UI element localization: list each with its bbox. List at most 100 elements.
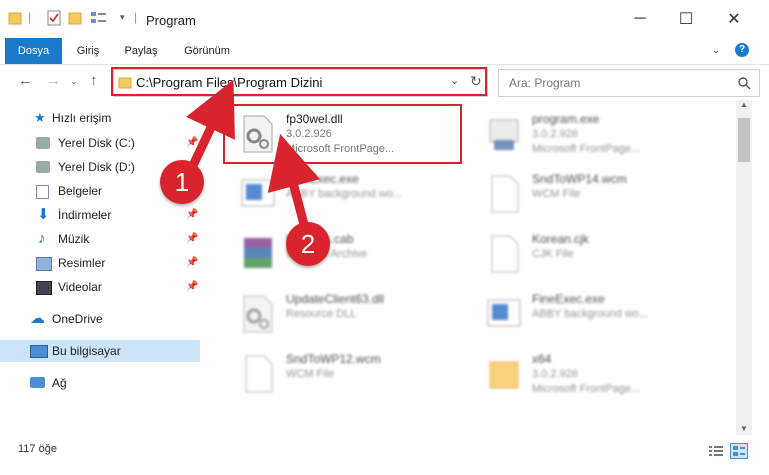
ribbon-expand-icon[interactable]: ⌄ [712,45,720,56]
nav-label: Resimler [58,256,106,270]
file-tile[interactable]: SndToWP14.wcm WCM File [470,166,720,222]
file-name: Korean.cjk [532,232,589,246]
nav-item-videos[interactable]: Videolar 📌 [0,276,200,298]
file-icon [245,355,273,393]
file-name: program.exe [532,112,600,126]
recent-locations-icon[interactable]: ⌄ [70,76,78,87]
nav-label: Yerel Disk (C:) [58,136,135,150]
file-name: FineExec.exe [286,172,359,186]
nav-network[interactable]: Ağ [0,372,200,394]
file-description: Microsoft FrontPage... [532,143,641,155]
scrollbar-thumb[interactable] [738,118,750,162]
nav-item-pictures[interactable]: Resimler 📌 [0,252,200,274]
exe-icon [489,119,519,150]
nav-item-music[interactable]: ♪ Müzik 📌 [0,228,200,250]
navigation-pane: ★ Hızlı erişim Yerel Disk (C:) 📌 Yerel D… [0,100,200,435]
status-bar [0,437,769,475]
nav-this-pc[interactable]: Bu bilgisayar [0,340,200,362]
pin-icon: 📌 [186,209,199,220]
nav-label: Müzik [58,232,90,246]
separator: | [134,10,138,24]
pin-icon: 📌 [186,257,199,268]
nav-item-downloads[interactable]: ⬇ İndirmeler 📌 [0,204,200,226]
step-2-badge: 2 [286,222,330,266]
file-tile[interactable]: program.exe 3.0.2.926 Microsoft FrontPag… [470,106,720,162]
window-title: Program [146,13,196,28]
nav-item-disk-c[interactable]: Yerel Disk (C:) 📌 [0,132,200,154]
file-icon [491,235,519,273]
step-1-badge: 1 [160,160,204,204]
pin-icon: 📌 [186,233,199,244]
tab-home[interactable]: Giriş [68,38,108,64]
file-type: WCM File [286,368,335,380]
drive-icon [36,161,50,173]
cloud-icon: ☁ [30,310,45,327]
file-tile[interactable]: Updates.cab WinRAR Archive [224,226,474,282]
dll-gear-icon [243,295,273,333]
file-type: WCM File [532,188,581,200]
close-button[interactable]: ✕ [711,4,757,34]
address-highlight [111,67,487,96]
back-arrow-icon[interactable]: ← [18,72,33,89]
file-name: UpdateClient63.dll [286,292,385,306]
file-tile[interactable]: FineExec.exe ABBY background wo... [470,286,720,342]
item-count: 117 öğe [18,443,57,455]
minimize-button[interactable]: ─ [617,4,663,34]
tiles-view-icon[interactable] [730,443,748,459]
folder-icon [8,12,22,25]
view-options-icon[interactable] [90,10,108,26]
file-type: ABBY background wo... [286,188,402,200]
file-type: CJK File [532,248,574,260]
video-icon [36,281,52,295]
file-description: Microsoft FrontPage... [532,383,641,395]
help-icon[interactable]: ? [735,43,749,57]
file-name: SndToWP12.wcm [286,352,381,366]
file-tile[interactable]: UpdateClient63.dll Resource DLL [224,286,474,342]
search-placeholder: Ara: Program [509,76,581,90]
nav-label: Belgeler [58,184,103,198]
network-icon [30,377,45,388]
scroll-down-icon[interactable]: ▼ [740,424,748,433]
music-icon: ♪ [38,230,46,247]
ribbon-tabs: Dosya Giriş Paylaş Görünüm ⌄ ? [0,38,769,65]
pin-icon: 📌 [186,281,199,292]
search-input[interactable]: Ara: Program [498,69,760,97]
nav-label: Yerel Disk (D:) [58,160,135,174]
nav-label: Videolar [58,280,102,294]
file-tile[interactable]: SndToWP12.wcm WCM File [224,346,474,402]
separator: | [28,10,32,24]
scroll-up-icon[interactable]: ▲ [740,100,748,109]
download-icon: ⬇ [37,206,50,223]
tab-share[interactable]: Paylaş [116,38,166,64]
file-version: 3.0.2.926 [532,368,578,380]
nav-onedrive[interactable]: ☁ OneDrive [0,308,200,330]
details-view-icon[interactable] [708,444,724,458]
file-name: x64 [532,352,552,366]
nav-label: Bu bilgisayar [52,344,121,358]
tab-file[interactable]: Dosya [5,38,62,64]
tab-view[interactable]: Görünüm [176,38,238,64]
pin-icon: 📌 [186,137,199,148]
forward-arrow-icon[interactable]: → [46,72,61,89]
file-tile[interactable]: FineExec.exe ABBY background wo... [224,166,474,222]
properties-icon[interactable] [47,10,61,26]
qa-dropdown-icon[interactable]: ▾ [120,12,125,23]
up-arrow-icon[interactable]: ↑ [90,72,98,89]
nav-label: Ağ [52,376,67,390]
star-icon: ★ [34,110,46,125]
folder-icon [489,361,519,389]
maximize-button[interactable]: ☐ [663,4,709,34]
file-tile[interactable]: x64 3.0.2.926 Microsoft FrontPage... [470,346,720,402]
nav-quick-access[interactable]: ★ Hızlı erişim [0,107,200,129]
file-tile[interactable]: Korean.cjk CJK File [470,226,720,282]
new-folder-icon[interactable] [68,10,82,26]
search-icon[interactable] [737,76,751,90]
nav-label: İndirmeler [58,208,112,222]
app-icon [241,179,275,207]
nav-label: Hızlı erişim [52,111,112,125]
file-version: 3.0.2.926 [532,128,578,140]
file-type: ABBY background wo... [532,308,648,320]
pictures-icon [36,257,52,271]
nav-label: OneDrive [52,312,103,326]
file-name: SndToWP14.wcm [532,172,627,186]
